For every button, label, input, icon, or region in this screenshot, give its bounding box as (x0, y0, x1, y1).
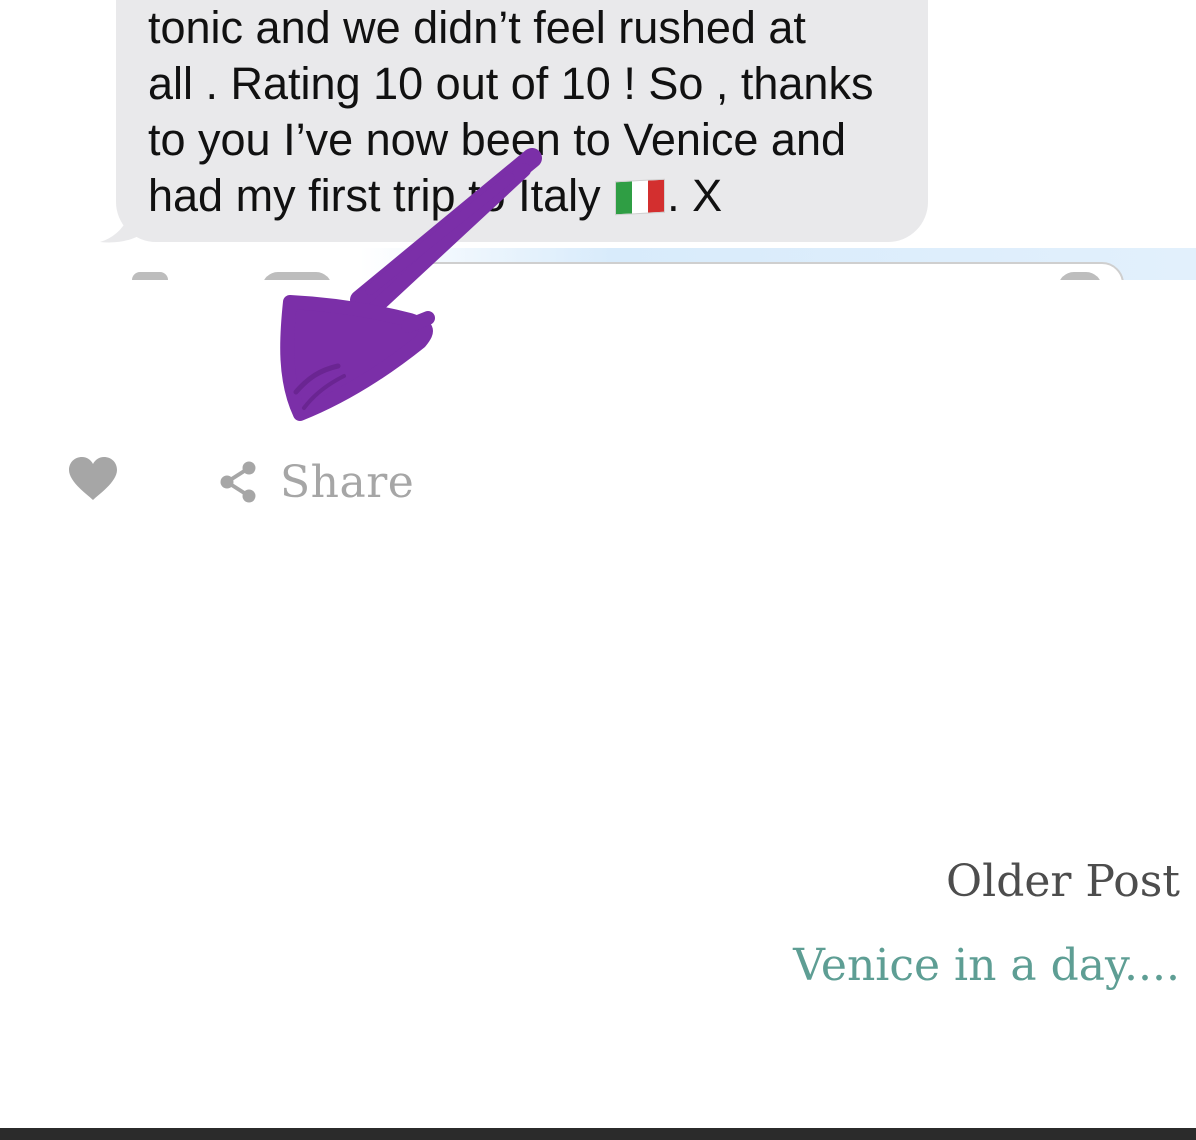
message-line-end: . X (667, 170, 723, 221)
message-screenshot: tonic and we didn’t feel rushed at all .… (0, 0, 1196, 280)
older-post-label: Older Post (946, 856, 1180, 907)
share-button[interactable]: Share (218, 452, 414, 512)
share-label: Share (280, 456, 415, 508)
older-post-link[interactable]: Venice in a day.... (793, 936, 1180, 996)
message-line: all . Rating 10 out of 10 ! So , thanks (148, 58, 874, 109)
camera-icon (132, 272, 168, 280)
hand-drawn-arrow (280, 148, 542, 421)
older-post-nav: Older Post Venice in a day.... (793, 852, 1180, 996)
footer-bar (0, 1128, 1196, 1140)
share-icon (220, 461, 256, 503)
like-button[interactable] (66, 456, 120, 502)
message-line: tonic and we didn’t feel rushed at (148, 2, 806, 53)
italy-flag-icon (615, 178, 666, 216)
heart-icon (69, 457, 117, 500)
